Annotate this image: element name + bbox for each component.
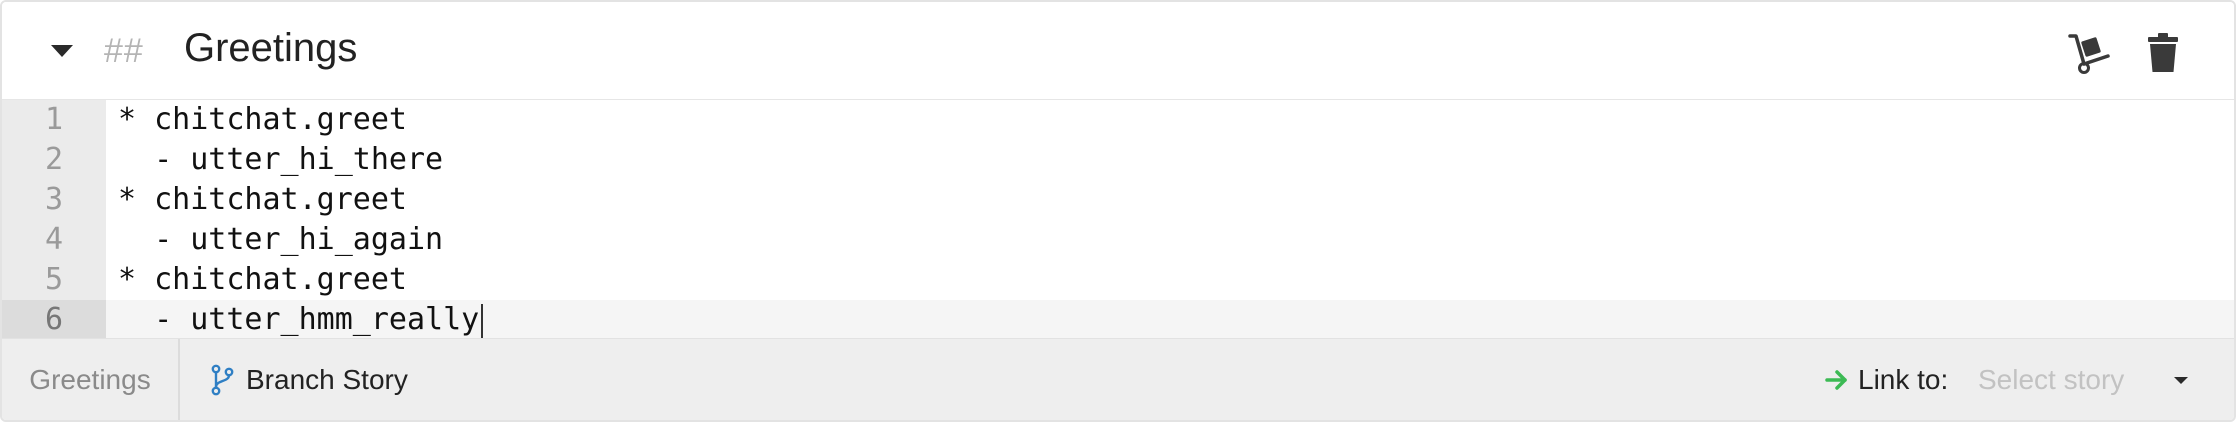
- trash-icon: [2148, 33, 2178, 72]
- line-content: - utter_hi_again: [118, 222, 444, 257]
- code-line[interactable]: 4 - utter_hi_again: [2, 220, 2234, 260]
- story-header: ## Greetings: [2, 2, 2234, 100]
- heading-marker: ##: [104, 32, 144, 70]
- line-text[interactable]: - utter_hmm_really: [118, 300, 484, 340]
- collapse-toggle[interactable]: [48, 40, 76, 62]
- dolly-icon: [2068, 34, 2110, 74]
- line-content: - utter_hi_there: [118, 142, 444, 177]
- footer-story-name: Greetings: [2, 339, 180, 420]
- line-content: - utter_hmm_really: [118, 302, 480, 337]
- delete-story-button[interactable]: [2140, 30, 2186, 76]
- code-line[interactable]: 5 * chitchat.greet: [2, 260, 2234, 300]
- link-to-label: Link to:: [1858, 364, 1949, 395]
- code-branch-icon: [211, 364, 234, 396]
- caret-down-icon: [2174, 377, 2188, 384]
- line-number: 2: [44, 142, 64, 177]
- line-number: 5: [44, 262, 64, 297]
- line-content: * chitchat.greet: [118, 182, 407, 217]
- arrow-right-icon: [1825, 370, 1847, 390]
- code-line[interactable]: 6 - utter_hmm_really: [2, 300, 2234, 340]
- line-content: * chitchat.greet: [118, 102, 407, 137]
- caret-down-icon: [51, 45, 73, 57]
- branch-story-label: Branch Story: [246, 364, 408, 395]
- story-title[interactable]: Greetings: [184, 26, 357, 71]
- story-editor[interactable]: 1 * chitchat.greet 2 - utter_hi_there 3 * ch…: [2, 100, 2234, 342]
- story-card: ## Greetings 1 * chitchat.greet 2 - utter_…: [0, 0, 2236, 422]
- line-content: * chitchat.greet: [118, 262, 407, 297]
- line-number: 1: [44, 102, 64, 137]
- line-text[interactable]: - utter_hi_again: [118, 220, 443, 260]
- story-footer: Greetings Branch Story Link to: Select s…: [2, 338, 2234, 420]
- line-text[interactable]: * chitchat.greet: [118, 260, 407, 300]
- code-line[interactable]: 1 * chitchat.greet: [2, 100, 2234, 140]
- line-number: 3: [44, 182, 64, 217]
- code-line[interactable]: 3 * chitchat.greet: [2, 180, 2234, 220]
- move-story-button[interactable]: [2066, 30, 2112, 76]
- text-cursor: [481, 303, 484, 338]
- line-text[interactable]: * chitchat.greet: [118, 100, 407, 140]
- link-to-area: Link to:: [1824, 339, 1949, 420]
- line-text[interactable]: - utter_hi_there: [118, 140, 443, 180]
- line-text[interactable]: * chitchat.greet: [118, 180, 407, 220]
- code-line[interactable]: 2 - utter_hi_there: [2, 140, 2234, 180]
- line-number: 4: [44, 222, 64, 257]
- branch-story-button[interactable]: Branch Story: [210, 339, 408, 420]
- line-number: 6: [2, 300, 106, 340]
- select-story-placeholder: Select story: [1978, 364, 2125, 395]
- link-story-select[interactable]: Select story: [1978, 353, 2188, 407]
